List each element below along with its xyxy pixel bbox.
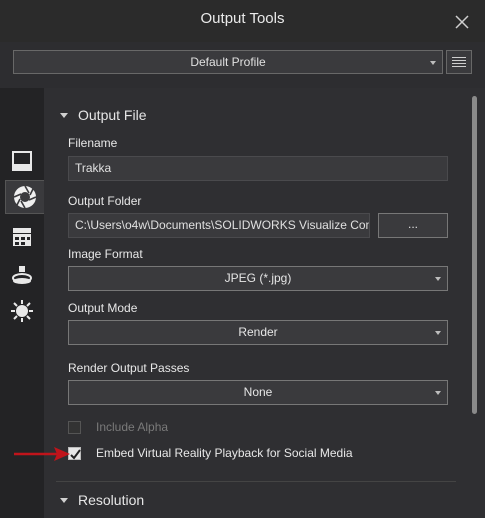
panel-scrollbar[interactable] — [472, 96, 477, 414]
title-bar: Output Tools — [0, 0, 485, 42]
sidebar-item-animation[interactable] — [6, 220, 38, 254]
filename-field[interactable]: Trakka — [68, 156, 448, 181]
window-title: Output Tools — [200, 10, 285, 27]
checkmark-icon — [70, 449, 81, 460]
output-mode-dropdown[interactable]: Render — [68, 320, 448, 345]
include-alpha-checkbox[interactable] — [68, 421, 81, 434]
output-panel: Output File Filename Trakka Output Folde… — [44, 88, 485, 518]
profile-row: Default Profile — [0, 42, 485, 86]
profile-dropdown-value: Default Profile — [190, 55, 266, 69]
sidebar-item-lighting[interactable] — [6, 294, 38, 328]
expand-triangle-icon — [60, 112, 68, 118]
hamburger-icon — [452, 57, 466, 58]
aperture-icon — [13, 185, 37, 209]
expand-triangle-icon — [60, 497, 68, 503]
image-frame-icon — [12, 151, 32, 171]
render-passes-dropdown[interactable]: None — [68, 380, 448, 405]
close-icon[interactable] — [452, 12, 472, 32]
chevron-down-icon — [430, 61, 436, 65]
output-folder-field[interactable]: C:\Users\o4w\Documents\SOLIDWORKS Visual… — [68, 213, 370, 238]
render-passes-label: Render Output Passes — [68, 361, 190, 375]
output-file-section-header[interactable]: Output File — [60, 107, 146, 123]
output-folder-label: Output Folder — [68, 194, 142, 208]
image-format-dropdown[interactable]: JPEG (*.jpg) — [68, 266, 448, 291]
chevron-down-icon — [435, 277, 441, 281]
filename-label: Filename — [68, 136, 118, 150]
chevron-down-icon — [435, 391, 441, 395]
chevron-down-icon — [435, 331, 441, 335]
sun-icon — [11, 300, 33, 322]
sidebar-item-camera[interactable] — [5, 180, 44, 214]
section-divider — [56, 481, 456, 482]
browse-folder-button[interactable]: ... — [378, 213, 448, 238]
sidebar-item-image[interactable] — [6, 144, 38, 178]
resolution-section-header[interactable]: Resolution — [60, 492, 144, 508]
clapperboard-icon — [13, 228, 31, 246]
profile-menu-button[interactable] — [446, 50, 472, 74]
annotation-arrow-icon — [14, 445, 70, 468]
sidebar-item-turntable[interactable] — [6, 258, 38, 292]
profile-dropdown[interactable]: Default Profile — [13, 50, 443, 74]
image-format-label: Image Format — [68, 247, 143, 261]
output-mode-label: Output Mode — [68, 301, 138, 315]
turntable-icon — [12, 266, 32, 284]
